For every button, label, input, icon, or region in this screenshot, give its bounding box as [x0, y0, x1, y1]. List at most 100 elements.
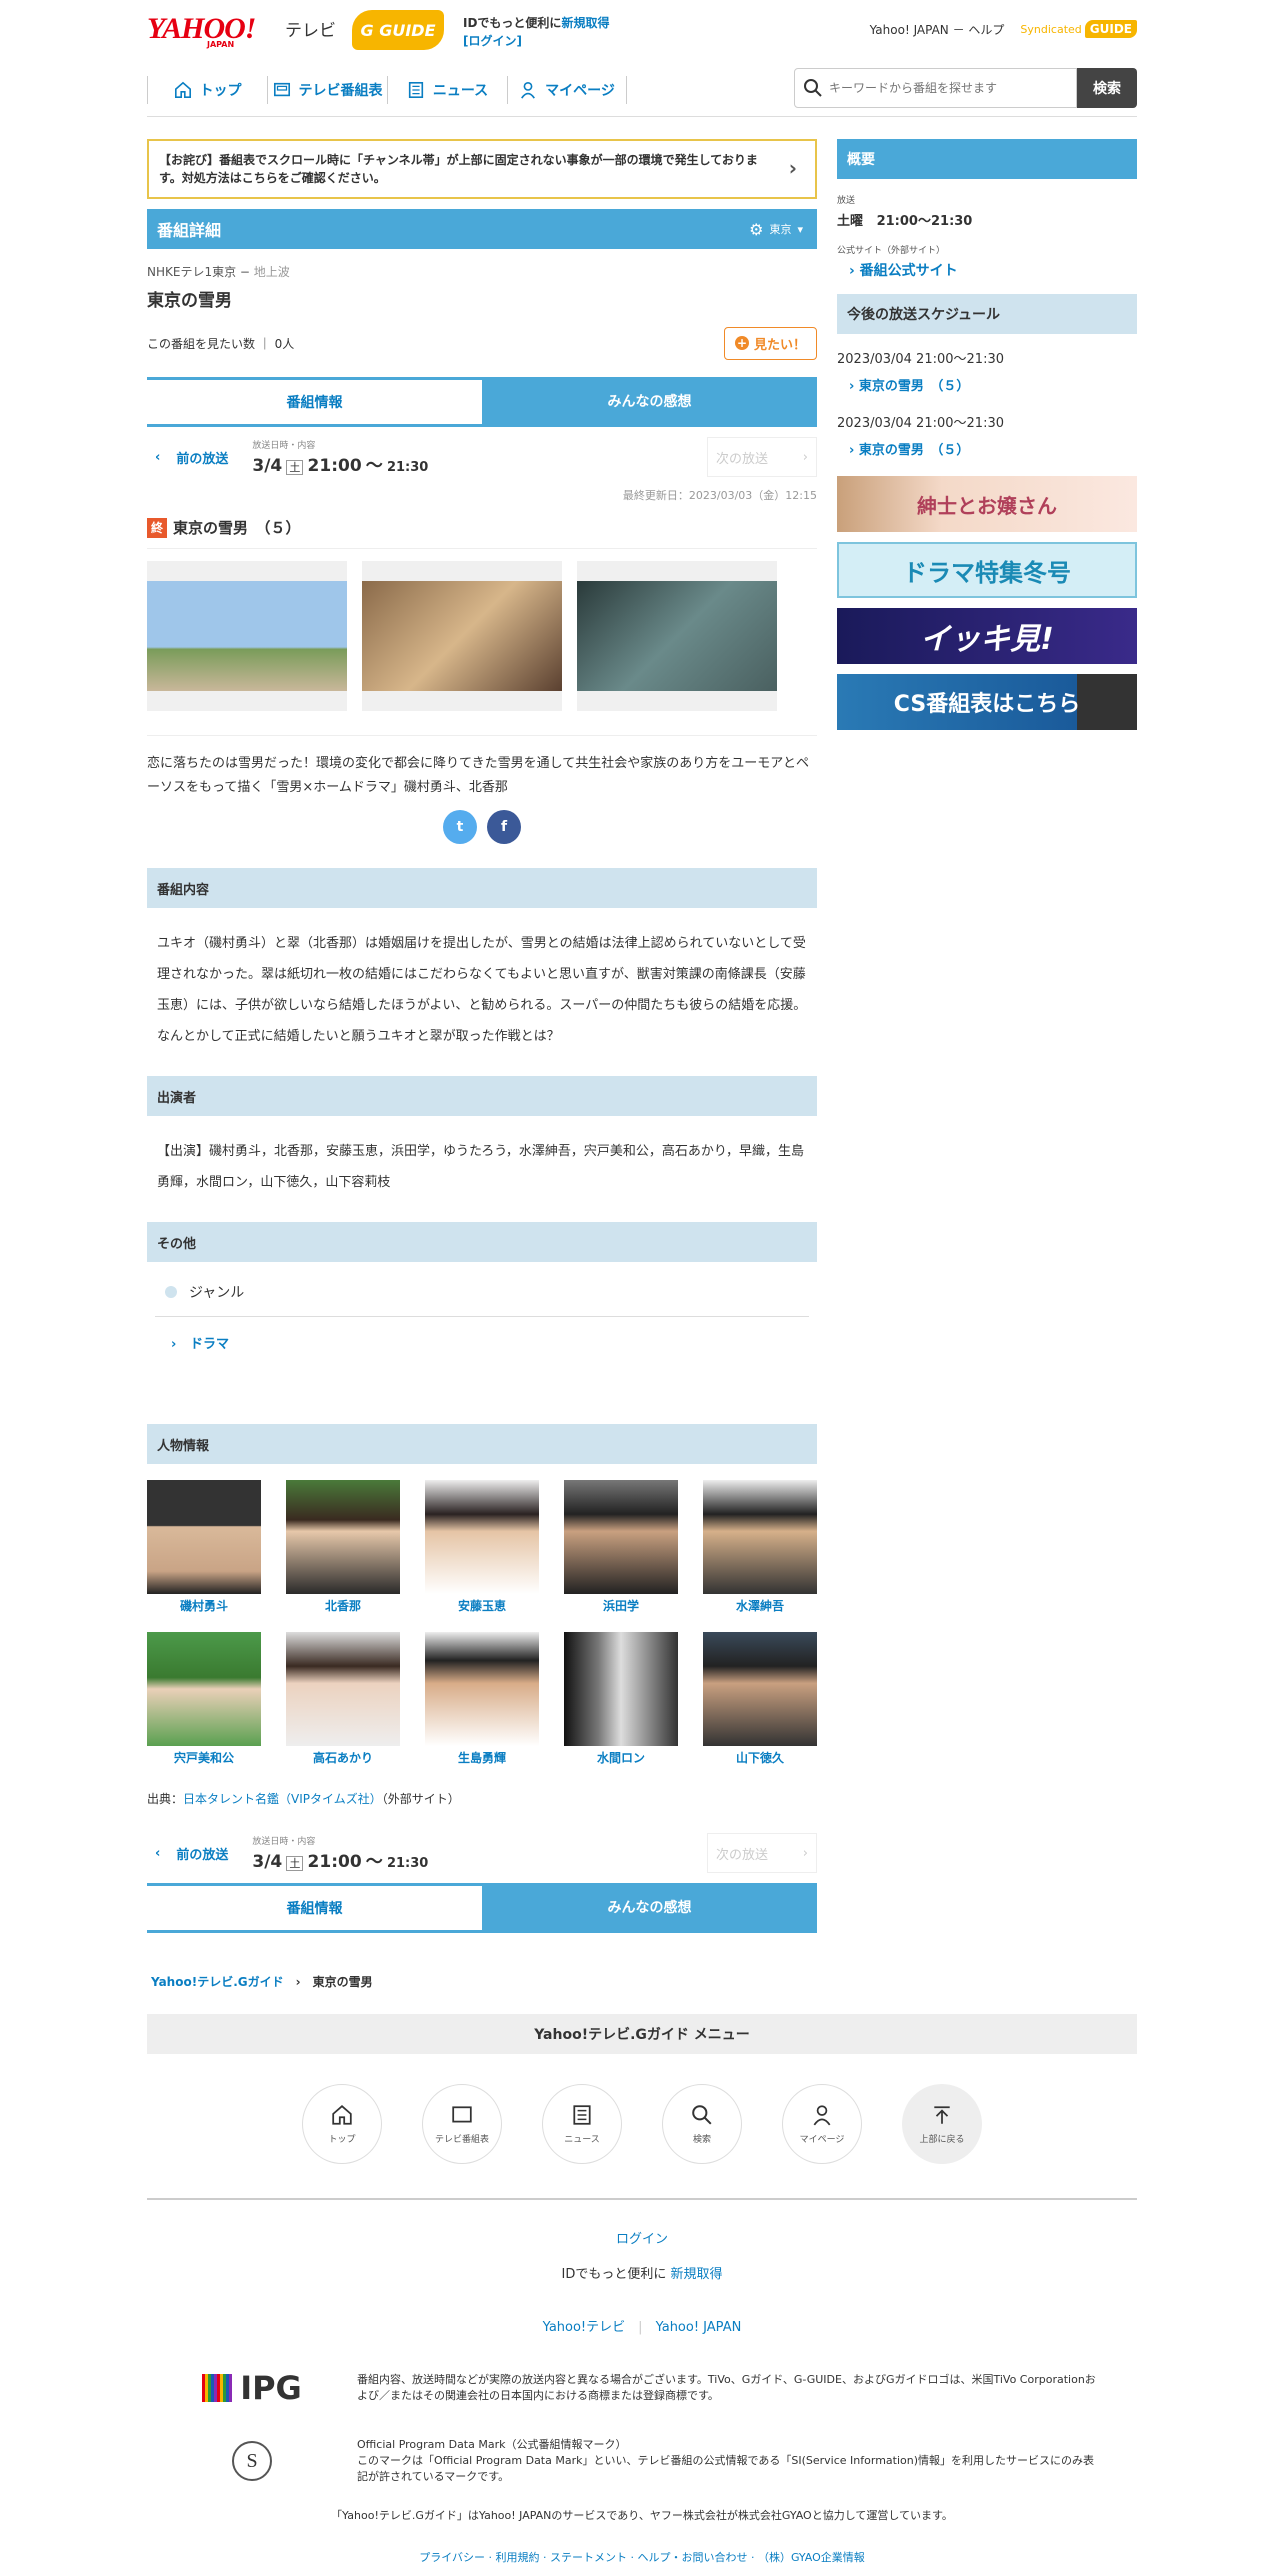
- news-icon: [408, 81, 423, 99]
- nav-top[interactable]: トップ: [147, 76, 267, 104]
- description: 恋に落ちたのは雪男だった！環境の変化で都会に降りてきた雪男を通して共生社会や家族…: [147, 756, 809, 795]
- footer-top-button[interactable]: トップ: [302, 2084, 382, 2164]
- ipg-logo: IPG: [202, 2369, 302, 2407]
- thumbnail-3[interactable]: [577, 561, 777, 711]
- yahoo-japan-link[interactable]: Yahoo! JAPAN: [870, 23, 949, 37]
- cast-header: 出演者: [147, 1076, 817, 1116]
- arrow-up-icon: [934, 2105, 950, 2124]
- overview-header: 概要: [837, 139, 1137, 179]
- caret-down-icon: ▾: [797, 222, 803, 236]
- schedule-link[interactable]: › 東京の雪男 （５）: [837, 375, 1137, 394]
- search-form: 検索: [794, 68, 1137, 108]
- search-input[interactable]: [829, 81, 1069, 95]
- person-card[interactable]: 宍戸美和公: [147, 1632, 261, 1766]
- broadcast-nav: ‹ 前の放送 放送日時・内容 3/4 土 21:00 〜 21:30 次の放送 ›: [147, 427, 817, 487]
- nav-news[interactable]: ニュース: [387, 76, 507, 104]
- region-selector[interactable]: ⚙ 東京 ▾: [749, 220, 803, 239]
- person-card[interactable]: 山下徳久: [703, 1632, 817, 1766]
- help-link[interactable]: ヘルプ: [968, 23, 1004, 37]
- search-box: [794, 68, 1077, 108]
- footer-news-button[interactable]: ニュース: [542, 2084, 622, 2164]
- thumbnail-1[interactable]: [147, 561, 347, 711]
- tab-reviews[interactable]: みんなの感想: [482, 377, 817, 424]
- prev-broadcast-button[interactable]: ‹ 前の放送: [147, 1844, 228, 1863]
- footer-yahoo-tv-link[interactable]: Yahoo!テレビ: [543, 2320, 625, 2335]
- tv-label[interactable]: テレビ: [285, 16, 336, 41]
- last-updated: 最終更新日：2023/03/03（金）12:15: [622, 489, 817, 502]
- ad-banner[interactable]: イッキ見!: [837, 608, 1137, 664]
- footer-bottom-links: プライバシー · 利用規約 · ステートメント · ヘルプ・お問い合わせ · （…: [419, 2551, 865, 2564]
- footer-search-button[interactable]: 検索: [662, 2084, 742, 2164]
- news-icon: [573, 2104, 591, 2125]
- back-to-top-button[interactable]: 上部に戻る: [902, 2084, 982, 2164]
- thumbnail-2[interactable]: [362, 561, 562, 711]
- breadcrumb: Yahoo!テレビ.Gガイド › 東京の雪男: [151, 1975, 373, 1989]
- nav-mypage[interactable]: マイページ: [507, 76, 627, 104]
- facebook-icon[interactable]: f: [487, 810, 521, 844]
- global-nav: トップ テレビ番組表 ニュース マイページ 検索: [147, 62, 1137, 117]
- person-card[interactable]: 浜田学: [564, 1480, 678, 1614]
- nav-tv-schedule[interactable]: テレビ番組表: [267, 76, 387, 104]
- source-link[interactable]: 日本タレント名鑑（VIPタイムズ社）: [183, 1792, 382, 1806]
- ad-banner[interactable]: ドラマ特集冬号: [837, 542, 1137, 598]
- genre-link[interactable]: › ドラマ: [147, 1317, 817, 1368]
- id-promo: IDでもっと便利に新規取得 [ログイン]: [463, 16, 610, 48]
- tabs: 番組情報 みんなの感想: [147, 377, 817, 427]
- next-broadcast-button[interactable]: 次の放送 ›: [707, 437, 817, 477]
- next-broadcast-button[interactable]: 次の放送 ›: [707, 1833, 817, 1873]
- search-icon: [692, 2104, 712, 2125]
- want-button[interactable]: + 見たい！: [723, 326, 817, 360]
- main-column: 【お詫び】番組表でスクロール時に「チャンネル帯」が上部に固定されない事象が一部の…: [147, 139, 817, 1933]
- login-link[interactable]: [ログイン]: [463, 34, 522, 48]
- chevron-right-icon: ›: [802, 1845, 808, 1861]
- person-card[interactable]: 高石あかり: [286, 1632, 400, 1766]
- person-photo: [425, 1632, 539, 1746]
- footer-login-link[interactable]: ログイン: [616, 2232, 668, 2247]
- schedule-link[interactable]: › 東京の雪男 （５）: [837, 439, 1137, 458]
- footer-signup-link[interactable]: 新規取得: [670, 2267, 722, 2282]
- plus-icon: +: [734, 336, 749, 350]
- opd-mark-icon: S: [232, 2441, 272, 2481]
- official-site-link[interactable]: › 番組公式サイト: [837, 260, 1137, 280]
- footer-mypage-button[interactable]: マイページ: [782, 2084, 862, 2164]
- tab-program-info[interactable]: 番組情報: [147, 377, 482, 424]
- search-button[interactable]: 検索: [1077, 68, 1137, 108]
- schedule-item: 2023/03/04 21:00～21:30 › 東京の雪男 （５）: [837, 412, 1137, 458]
- tv-icon: [273, 82, 290, 97]
- ad-banner[interactable]: CS番組表はこちら: [837, 674, 1137, 730]
- sidebar: 概要 放送 土曜 21:00～21:30 公式サイト（外部サイト） › 番組公式…: [837, 139, 1137, 1933]
- tab-program-info[interactable]: 番組情報: [147, 1883, 482, 1930]
- content-header: 番組内容: [147, 868, 817, 908]
- person-card[interactable]: 安藤玉恵: [425, 1480, 539, 1614]
- broadcast-nav-bottom: ‹ 前の放送 放送日時・内容 3/4 土 21:00 〜 21:30 次の放送 ›: [147, 1823, 817, 1883]
- footer-menu-title: Yahoo!テレビ.Gガイド メニュー: [147, 2014, 1137, 2054]
- person-icon: [521, 81, 536, 99]
- footer-tv-button[interactable]: テレビ番組表: [422, 2084, 502, 2164]
- person-card[interactable]: 磯村勇斗: [147, 1480, 261, 1614]
- footer-menu: トップ テレビ番組表 ニュース 検索 マイページ 上部に戻る: [147, 2084, 1137, 2200]
- person-card[interactable]: 北香那: [286, 1480, 400, 1614]
- ad-banner[interactable]: 紳士とお嬢さん: [837, 476, 1137, 532]
- search-icon: [804, 79, 822, 97]
- prev-broadcast-button[interactable]: ‹ 前の放送: [147, 448, 228, 467]
- person-card[interactable]: 生島勇輝: [425, 1632, 539, 1766]
- person-photo: [147, 1480, 261, 1594]
- person-photo: [564, 1480, 678, 1594]
- cast-text: 【出演】磯村勇斗，北香那，安藤玉恵，浜田学，ゆうたろう，水澤紳吾，宍戸美和公，高…: [157, 1144, 805, 1190]
- person-card[interactable]: 水澤紳吾: [703, 1480, 817, 1614]
- person-photo: [425, 1480, 539, 1594]
- twitter-icon[interactable]: t: [443, 810, 477, 844]
- tab-reviews[interactable]: みんなの感想: [482, 1883, 817, 1930]
- breadcrumb-home[interactable]: Yahoo!テレビ.Gガイド: [151, 1975, 284, 1989]
- gguide-logo[interactable]: G GUIDE: [352, 10, 444, 50]
- chevron-right-icon: ›: [788, 156, 797, 180]
- program-title: 東京の雪男: [147, 291, 232, 311]
- notice-banner[interactable]: 【お詫び】番組表でスクロール時に「チャンネル帯」が上部に固定されない事象が一部の…: [147, 139, 817, 199]
- person-card[interactable]: 水間ロン: [564, 1632, 678, 1766]
- header-links: Yahoo! JAPAN － ヘルプ Syndicated GUIDE: [870, 20, 1137, 38]
- yahoo-logo[interactable]: YAHOO!: [147, 12, 256, 46]
- end-mark: 終: [147, 517, 167, 538]
- chevron-left-icon: ‹: [155, 1845, 161, 1861]
- signup-link[interactable]: 新規取得: [561, 16, 609, 30]
- footer-yahoo-japan-link[interactable]: Yahoo! JAPAN: [656, 2320, 742, 2335]
